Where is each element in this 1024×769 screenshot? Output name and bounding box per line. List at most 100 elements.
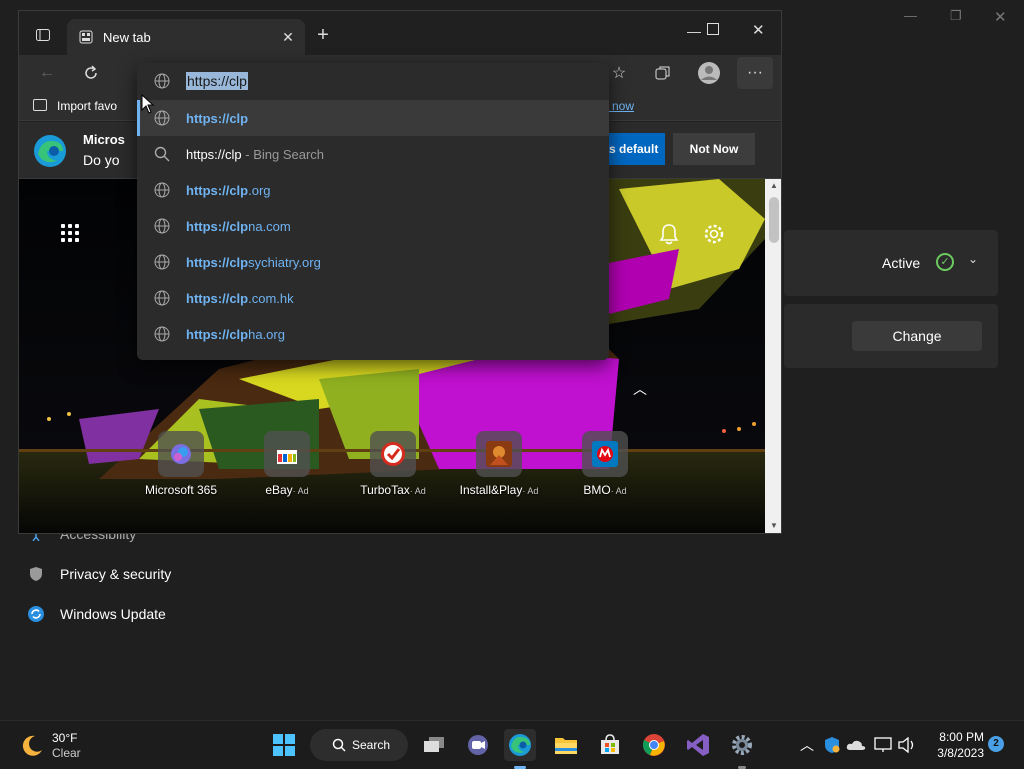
nav-update-label: Windows Update <box>60 606 166 622</box>
ad-badge: · Ad <box>522 486 539 496</box>
search-icon <box>154 146 170 162</box>
suggestion-row[interactable]: https://clp.org <box>137 172 609 208</box>
moon-icon <box>22 735 42 756</box>
security-shield-icon[interactable] <box>824 736 840 754</box>
collapse-chevron-icon[interactable]: ︿ <box>633 379 647 399</box>
task-view-icon[interactable] <box>418 729 450 761</box>
suggestion-row[interactable]: https://clp.com.hk <box>137 280 609 316</box>
turbotax-icon <box>381 442 405 466</box>
infobar-body: Do yo <box>83 152 120 168</box>
install-play-icon <box>486 441 512 467</box>
microsoft-store-icon[interactable] <box>594 729 626 761</box>
network-icon[interactable] <box>874 737 892 753</box>
change-button[interactable]: Change <box>852 321 982 351</box>
show-hidden-icons-chevron[interactable]: ︿ <box>800 735 814 755</box>
check-circle-icon: ✓ <box>936 253 954 271</box>
onedrive-cloud-icon[interactable] <box>846 739 866 751</box>
notification-bell-icon[interactable] <box>659 223 679 245</box>
suggestion-row[interactable]: https://clpsychiatry.org <box>137 244 609 280</box>
edge-taskbar-icon[interactable] <box>504 729 536 761</box>
ebay-icon <box>277 450 297 464</box>
chevron-down-icon[interactable]: ⌄ <box>968 252 978 266</box>
quick-link-install-play[interactable]: Install&Play· Ad <box>449 431 549 497</box>
notification-badge[interactable]: 2 <box>988 736 1004 752</box>
taskbar-search-label: Search <box>352 738 391 752</box>
more-options-icon[interactable]: ··· <box>737 57 773 89</box>
apps-launcher-icon[interactable] <box>61 224 79 242</box>
tab-actions-icon[interactable] <box>27 19 59 51</box>
suggestion-row[interactable]: https://clp - Bing Search <box>137 136 609 172</box>
back-arrow-icon[interactable]: ← <box>31 57 63 89</box>
ad-badge: · Ad <box>610 486 627 496</box>
new-tab-plus-icon[interactable]: + <box>307 19 339 51</box>
clock-time: 8:00 PM <box>939 730 984 744</box>
globe-icon <box>154 110 170 126</box>
globe-icon <box>154 182 170 198</box>
settings-app-icon[interactable] <box>726 729 758 761</box>
settings-gear-icon[interactable] <box>703 223 725 245</box>
tab-new-tab[interactable]: New tab ✕ <box>67 19 305 55</box>
scroll-down-icon[interactable]: ▼ <box>770 521 778 530</box>
collections-icon[interactable] <box>647 57 679 89</box>
clock[interactable]: 8:00 PM 3/8/2023 <box>928 729 984 761</box>
suggestion-text: https://clp <box>186 146 242 162</box>
file-explorer-icon[interactable] <box>550 729 582 761</box>
not-now-button[interactable]: Not Now <box>673 133 755 165</box>
globe-icon <box>154 73 170 89</box>
minimize-icon[interactable]: — <box>904 8 917 23</box>
close-icon[interactable]: ✕ <box>994 8 1007 26</box>
suggestion-row[interactable]: https://clpna.com <box>137 208 609 244</box>
profile-avatar-icon[interactable] <box>693 57 725 89</box>
new-tab-icon <box>79 30 93 44</box>
taskbar-search-box[interactable]: Search <box>310 729 408 761</box>
nav-windows-update[interactable]: Windows Update <box>28 606 166 622</box>
quick-link-turbotax[interactable]: TurboTax· Ad <box>343 431 443 497</box>
address-input[interactable]: https://clp <box>186 72 248 90</box>
suggestion-match: https://clp <box>186 110 249 126</box>
selection-indicator <box>137 100 140 136</box>
restore-icon[interactable]: ❐ <box>950 8 962 24</box>
window-maximize-icon[interactable] <box>707 23 719 35</box>
tab-close-icon[interactable]: ✕ <box>279 28 297 46</box>
globe-icon <box>154 254 170 270</box>
taskbar: 30°F Clear Search ︿ 8:00 PM 3/8/2023 2 <box>0 720 1024 769</box>
weather-widget[interactable]: 30°F Clear <box>20 731 81 761</box>
quick-link-bmo[interactable]: BMO· Ad <box>555 431 655 497</box>
suggestion-row[interactable]: https://clp <box>137 100 609 136</box>
suggestion-match: https://clp <box>186 182 249 198</box>
visual-studio-icon[interactable] <box>682 729 714 761</box>
activation-card: Active ✓ ⌄ <box>784 230 998 296</box>
suggestion-suffix: - Bing Search <box>241 146 325 162</box>
clock-date: 3/8/2023 <box>937 746 984 760</box>
shield-icon <box>28 566 44 582</box>
search-icon <box>332 738 346 752</box>
product-key-card: Change <box>784 304 998 368</box>
page-scrollbar[interactable]: ▲ ▼ <box>765 179 781 533</box>
import-favorites-link[interactable]: Import favo <box>57 99 117 113</box>
nav-privacy-security[interactable]: Privacy & security <box>28 566 171 582</box>
teams-chat-icon[interactable] <box>462 729 494 761</box>
start-button[interactable] <box>268 729 300 761</box>
ad-badge: · Ad <box>292 486 309 496</box>
quick-link-ebay[interactable]: eBay· Ad <box>237 431 337 497</box>
window-minimize-icon[interactable]: — <box>687 23 701 39</box>
suggestion-row[interactable]: https://clpha.org <box>137 316 609 352</box>
refresh-icon[interactable] <box>75 57 107 89</box>
quick-link-microsoft-365[interactable]: Microsoft 365 <box>131 431 231 497</box>
weather-temp: 30°F <box>52 731 78 745</box>
quick-link-label: BMO <box>583 483 611 497</box>
suggestion-rest: .com.hk <box>248 290 294 306</box>
nav-privacy-label: Privacy & security <box>60 566 172 582</box>
scroll-up-icon[interactable]: ▲ <box>770 181 778 190</box>
windows-logo-icon <box>273 734 295 756</box>
address-bar[interactable]: https://clp <box>137 63 609 99</box>
ad-badge: · Ad <box>409 486 426 496</box>
quick-link-label: Microsoft 365 <box>144 483 218 497</box>
volume-icon[interactable] <box>898 737 916 753</box>
suggestion-match: https://clp <box>186 326 249 342</box>
microsoft-365-icon <box>171 444 191 464</box>
window-close-icon[interactable]: ✕ <box>752 21 765 39</box>
scrollbar-thumb[interactable] <box>769 197 779 243</box>
suggestion-rest: .org <box>248 182 271 198</box>
chrome-icon[interactable] <box>638 729 670 761</box>
